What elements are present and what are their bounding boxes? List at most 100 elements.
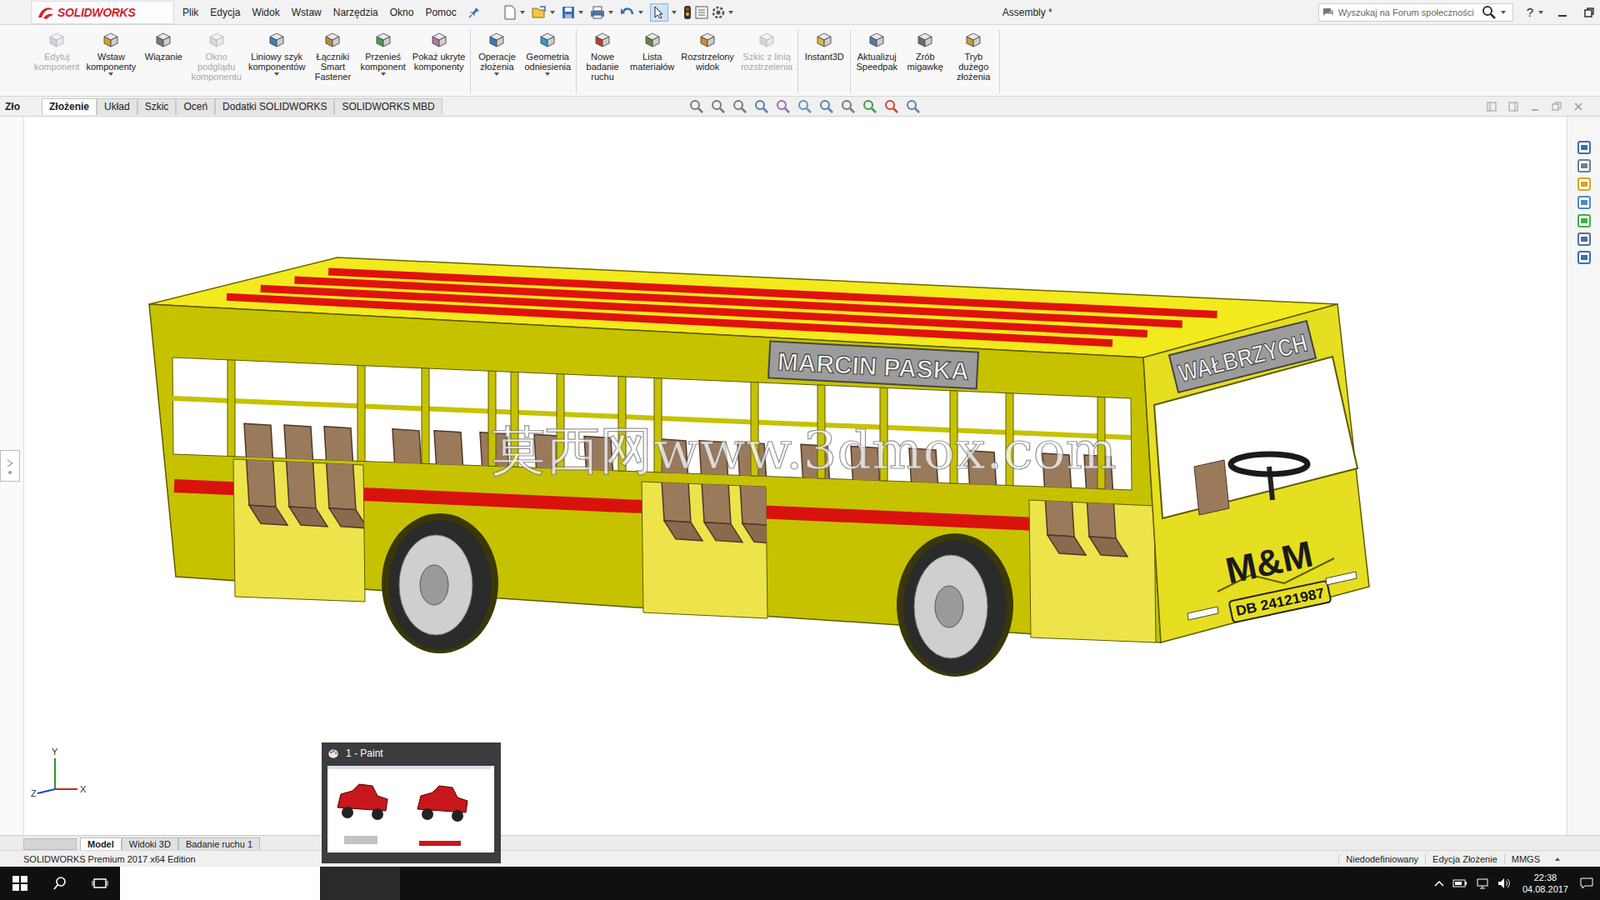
bottom-tab[interactable]: Widoki 3D: [121, 837, 179, 850]
solidworks-logo[interactable]: SOLIDWORKS: [30, 0, 175, 25]
view-tool-icon[interactable]: [710, 99, 726, 115]
minimize-icon[interactable]: [1530, 101, 1540, 112]
view-tool-icon[interactable]: [819, 99, 835, 115]
ribbon-button[interactable]: Geometriaodniesienia: [520, 30, 575, 94]
taskbar-preview[interactable]: 1 - Paint: [321, 742, 501, 864]
save-icon[interactable]: [561, 5, 575, 20]
ribbon-button[interactable]: Wstawkomponenty: [82, 30, 140, 94]
undo-icon[interactable]: [620, 5, 635, 20]
dropdown-arrow[interactable]: [274, 72, 280, 76]
open-folder-icon[interactable]: [531, 5, 547, 20]
view-tool-icon[interactable]: [884, 99, 900, 115]
tray-chevron-icon[interactable]: [1434, 879, 1445, 888]
network-icon[interactable]: [1475, 877, 1490, 890]
command-tab[interactable]: Układ: [96, 98, 138, 115]
ribbon-button[interactable]: Nowebadanieruchu: [578, 30, 627, 94]
bottom-tab[interactable]: Model: [80, 837, 122, 850]
command-tab[interactable]: Szkic: [137, 98, 177, 115]
view-tool-icon[interactable]: [797, 99, 813, 115]
menu-item[interactable]: Narzędzia: [333, 6, 379, 19]
file-properties-icon[interactable]: [695, 5, 709, 20]
search-icon[interactable]: [1481, 5, 1497, 20]
options-gear-icon[interactable]: [711, 5, 725, 20]
battery-icon[interactable]: [1452, 878, 1468, 889]
dropdown-arrow[interactable]: [545, 72, 550, 76]
dropdown-arrow[interactable]: [380, 72, 386, 76]
notifications-icon[interactable]: [1580, 876, 1594, 890]
ribbon-button[interactable]: Operacjezłożenia: [472, 30, 521, 94]
help-button[interactable]: ?: [1526, 5, 1534, 20]
ribbon-button[interactable]: Wiązanie: [139, 30, 188, 94]
tile-right-icon[interactable]: [1508, 101, 1519, 112]
tab-scroll-buttons[interactable]: [23, 838, 77, 850]
print-icon[interactable]: [590, 5, 605, 20]
status-item[interactable]: Edycja Złożenie: [1425, 854, 1505, 865]
dropdown-arrow[interactable]: [494, 72, 500, 76]
ribbon-button[interactable]: Szkic z liniąrozstrzelenia: [737, 30, 796, 94]
minimize-icon[interactable]: [1556, 6, 1569, 19]
task-pane-icon[interactable]: [1576, 176, 1592, 192]
task-view-button[interactable]: [80, 866, 120, 900]
ribbon-button[interactable]: Trybdużegozłożenia: [949, 30, 998, 94]
ribbon-button[interactable]: Oknopodglądukomponentu: [187, 30, 245, 94]
task-pane-icon[interactable]: [1576, 195, 1592, 210]
ribbon-button[interactable]: Edytujkomponent: [30, 30, 83, 94]
dropdown-arrow[interactable]: [1538, 10, 1544, 15]
menu-item[interactable]: Plik: [182, 6, 199, 19]
command-tab[interactable]: Złożenie: [41, 98, 97, 115]
graphics-area[interactable]: MARCIN PASKAWAŁBRZYCHM&MDB 24121987YXZ莫西…: [24, 116, 1567, 835]
view-tool-icon[interactable]: [862, 99, 878, 115]
bottom-tab[interactable]: Badanie ruchu 1: [178, 837, 260, 850]
pin-icon[interactable]: [468, 6, 480, 19]
dropdown-arrow[interactable]: [728, 10, 734, 15]
status-item[interactable]: Niedodefiniowany: [1338, 854, 1425, 865]
task-pane-icon[interactable]: [1576, 140, 1592, 155]
view-tool-icon[interactable]: [905, 99, 921, 115]
status-item[interactable]: MMGS: [1504, 854, 1547, 865]
restore-icon[interactable]: [1551, 101, 1562, 112]
command-tab[interactable]: Oceń: [175, 98, 215, 115]
task-pane-icon[interactable]: [1576, 231, 1592, 247]
bus-model[interactable]: MARCIN PASKAWAŁBRZYCHM&MDB 24121987YXZ莫西…: [24, 116, 1567, 835]
dropdown-arrow[interactable]: [550, 10, 555, 15]
taskbar-app[interactable]: [240, 866, 280, 900]
ribbon-button[interactable]: Instant3D: [800, 30, 849, 94]
taskbar-app[interactable]: [360, 866, 400, 900]
tile-left-icon[interactable]: [1486, 101, 1497, 112]
dropdown-arrow[interactable]: [108, 72, 114, 76]
view-tool-icon[interactable]: [754, 99, 770, 115]
select-tool[interactable]: [650, 3, 669, 22]
ribbon-button[interactable]: Zróbmigawkę: [900, 30, 950, 94]
start-button[interactable]: [0, 866, 40, 900]
dropdown-arrow[interactable]: [671, 10, 677, 15]
menu-item[interactable]: Okno: [390, 6, 415, 19]
dropdown-arrow[interactable]: [638, 10, 644, 15]
task-pane-icon[interactable]: [1576, 250, 1592, 265]
search-box[interactable]: Wyszukaj na Forum społeczności: [1318, 3, 1514, 22]
menu-item[interactable]: Wstaw: [291, 6, 322, 19]
ribbon-button[interactable]: Pokaż ukrytekomponenty: [409, 30, 470, 94]
ribbon-button[interactable]: AktualizujSpeedpak: [852, 30, 901, 94]
dropdown-arrow[interactable]: [520, 10, 525, 15]
task-pane-icon[interactable]: [1576, 158, 1592, 174]
view-tool-icon[interactable]: [732, 99, 748, 115]
new-file-icon[interactable]: [503, 5, 517, 20]
panel-expander[interactable]: [0, 450, 20, 482]
collapsed-tab[interactable]: Zło: [0, 100, 24, 113]
taskbar-app[interactable]: [200, 866, 240, 900]
task-pane-icon[interactable]: [1576, 213, 1592, 229]
view-tool-icon[interactable]: [775, 99, 791, 115]
command-tab[interactable]: SOLIDWORKS MBD: [334, 98, 442, 115]
view-tool-icon[interactable]: [840, 99, 856, 115]
volume-icon[interactable]: [1497, 877, 1511, 890]
dropdown-arrow[interactable]: [608, 10, 614, 15]
taskbar-app[interactable]: [320, 866, 360, 900]
menu-item[interactable]: Pomoc: [425, 6, 456, 19]
rebuild-icon[interactable]: [683, 5, 692, 20]
ribbon-button[interactable]: Rozstrzelonywidok: [677, 30, 738, 94]
ribbon-button[interactable]: ŁącznikiSmartFastener: [308, 30, 357, 94]
ribbon-button[interactable]: Przenieśkomponent: [356, 30, 409, 94]
view-tool-icon[interactable]: [689, 99, 705, 115]
dropdown-arrow[interactable]: [578, 10, 584, 15]
dropdown-arrow[interactable]: [1500, 10, 1506, 15]
